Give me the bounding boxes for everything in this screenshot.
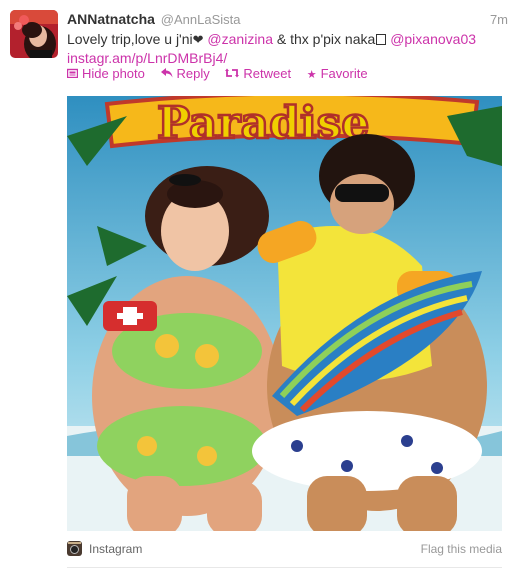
tweet-actions: Hide photo Reply Retweet ★ Favorite bbox=[66, 66, 380, 84]
tweet-text-part1: Lovely trip,love u j'ni bbox=[67, 31, 193, 47]
tweet-timestamp[interactable]: 7m bbox=[490, 12, 508, 27]
tweet: ANNatnatcha @AnnLaSista 7m Lovely trip,l… bbox=[0, 0, 522, 572]
sign-text: Paradise bbox=[157, 98, 369, 149]
tweet-text: Lovely trip,love u j'ni❤ @zanizina & thx… bbox=[67, 30, 512, 68]
favorite-button[interactable]: ★ Favorite bbox=[307, 66, 368, 81]
photo-image: Paradise bbox=[67, 96, 502, 531]
user-handle[interactable]: @AnnLaSista bbox=[161, 12, 241, 27]
instagram-icon bbox=[67, 541, 82, 556]
avatar-image bbox=[10, 10, 58, 58]
retweet-label: Retweet bbox=[243, 66, 292, 81]
flag-media-link[interactable]: Flag this media bbox=[421, 542, 502, 556]
reply-button[interactable]: Reply bbox=[160, 66, 210, 81]
media-footer: Instagram Flag this media bbox=[67, 540, 502, 560]
tweet-photo[interactable]: Paradise bbox=[67, 96, 502, 531]
reply-label: Reply bbox=[176, 66, 210, 81]
favorite-label: Favorite bbox=[320, 66, 368, 81]
divider bbox=[67, 567, 502, 568]
tweet-header: ANNatnatcha @AnnLaSista 7m bbox=[67, 11, 508, 29]
heart-icon: ❤ bbox=[192, 32, 204, 47]
avatar[interactable] bbox=[10, 10, 58, 58]
star-icon: ★ bbox=[306, 69, 317, 81]
retweet-button[interactable]: Retweet bbox=[225, 66, 291, 81]
hide-photo-button[interactable]: Hide photo bbox=[66, 66, 145, 81]
retweet-icon bbox=[225, 68, 240, 81]
tweet-text-part2: & thx p'pix naka bbox=[273, 31, 376, 47]
photo-icon bbox=[66, 68, 79, 81]
hide-photo-label: Hide photo bbox=[82, 66, 145, 81]
reply-icon bbox=[160, 68, 173, 81]
media-source-label[interactable]: Instagram bbox=[89, 542, 142, 556]
missing-glyph-icon bbox=[376, 34, 387, 45]
user-fullname[interactable]: ANNatnatcha bbox=[67, 11, 155, 27]
instagram-link[interactable]: instagr.am/p/LnrDMBrBj4/ bbox=[67, 50, 227, 66]
mention-link-1[interactable]: @zanizina bbox=[207, 31, 273, 47]
mention-link-2[interactable]: @pixanova03 bbox=[390, 31, 476, 47]
